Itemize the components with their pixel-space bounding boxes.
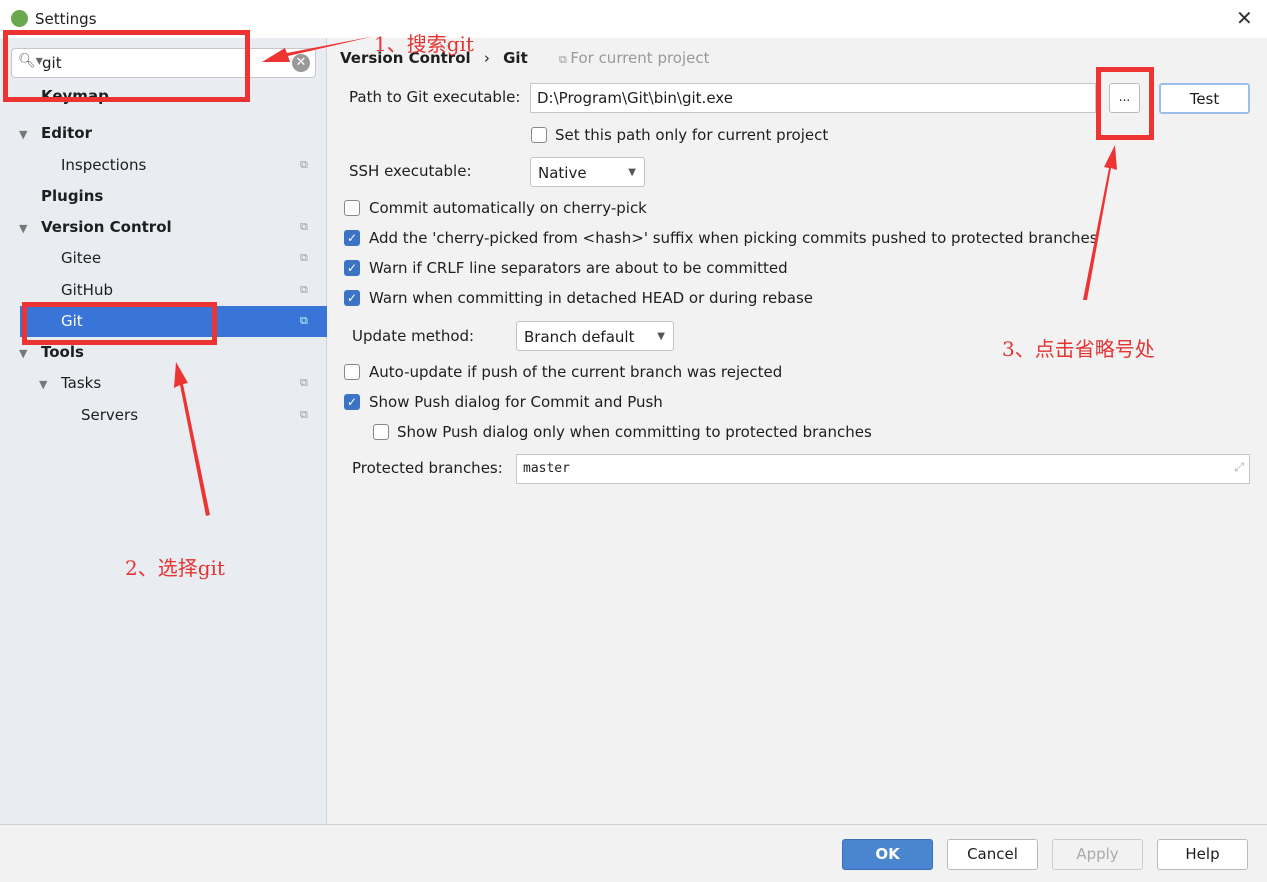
annotation-step1: 1、搜索git: [374, 32, 474, 56]
arrow-2: [174, 362, 210, 516]
arrow-1: [262, 36, 375, 62]
arrow-3: [1083, 145, 1117, 300]
annotation-step3: 3、点击省略号处: [1002, 337, 1155, 361]
annotation-step2: 2、选择git: [125, 556, 225, 580]
annotation-arrows: [174, 36, 1117, 516]
